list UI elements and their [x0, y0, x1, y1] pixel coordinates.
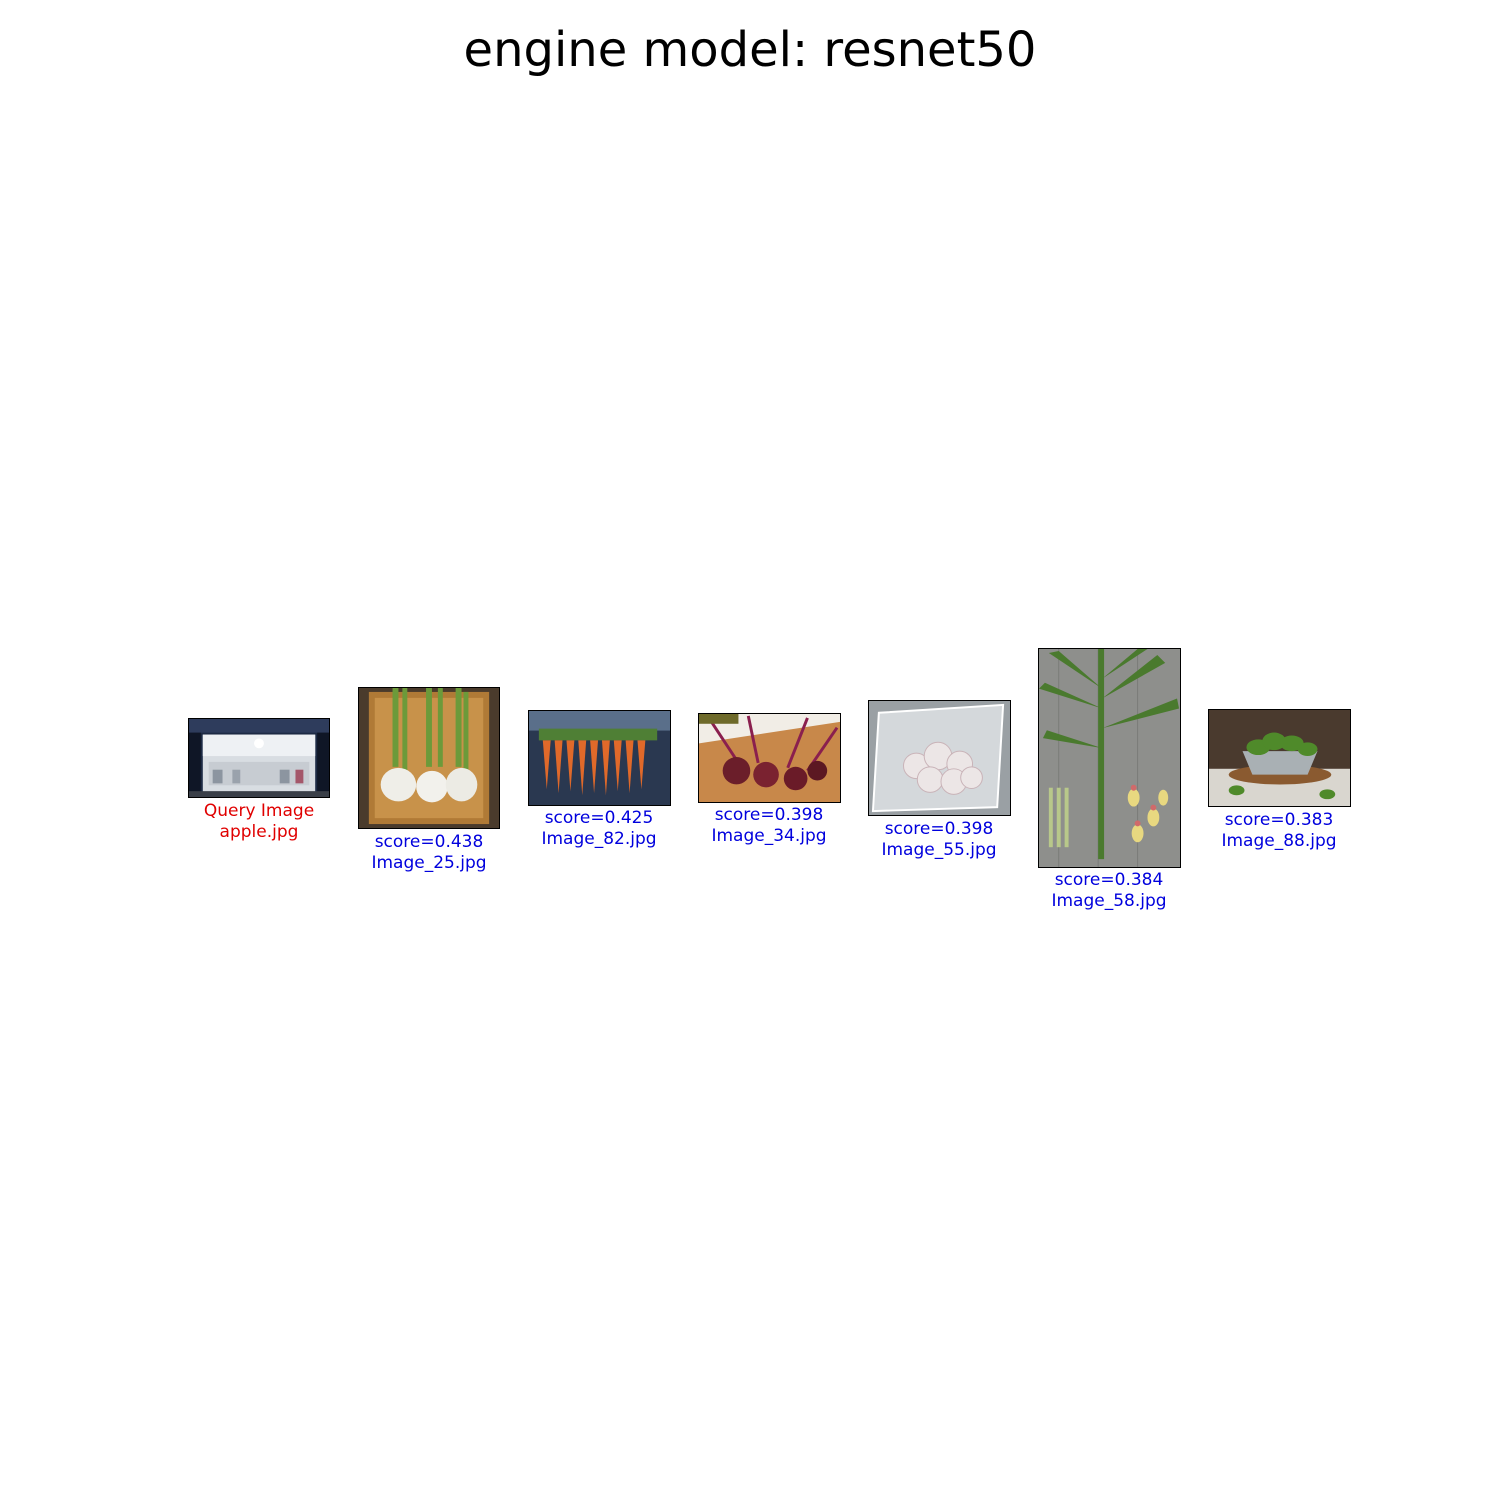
result-filename-5: Image_58.jpg: [1051, 891, 1167, 911]
result-score-4: score=0.398: [884, 819, 994, 839]
result-thumbnail-6: [1208, 709, 1351, 807]
result-filename-1: Image_25.jpg: [371, 853, 487, 873]
carrot-photo-icon: [529, 711, 670, 805]
query-label: Query Image: [203, 801, 315, 821]
page-title: engine model: resnet50: [463, 22, 1037, 78]
result-filename-6: Image_88.jpg: [1221, 831, 1337, 851]
result-caption-5: score=0.384 Image_58.jpg: [1009, 870, 1209, 912]
garlic-photo-icon: [869, 701, 1010, 815]
turnip-photo-icon: [359, 688, 499, 828]
result-caption-4: score=0.398 Image_55.jpg: [839, 819, 1039, 861]
storefront-photo-icon: [189, 719, 329, 797]
result-thumbnail-5: [1038, 648, 1181, 868]
result-thumbnail-4: [868, 700, 1011, 816]
result-thumbnail-1: [358, 687, 500, 829]
spinach-bowl-photo-icon: [1209, 710, 1350, 806]
result-score-6: score=0.383: [1224, 810, 1334, 830]
ginger-plant-photo-icon: [1039, 649, 1180, 867]
result-thumbnail-2: [528, 710, 671, 806]
beet-photo-icon: [699, 714, 840, 802]
result-score-5: score=0.384: [1054, 870, 1164, 890]
query-thumbnail: [188, 718, 330, 798]
result-filename-4: Image_55.jpg: [881, 840, 997, 860]
result-caption-6: score=0.383 Image_88.jpg: [1179, 810, 1379, 852]
result-thumbnail-3: [698, 713, 841, 803]
